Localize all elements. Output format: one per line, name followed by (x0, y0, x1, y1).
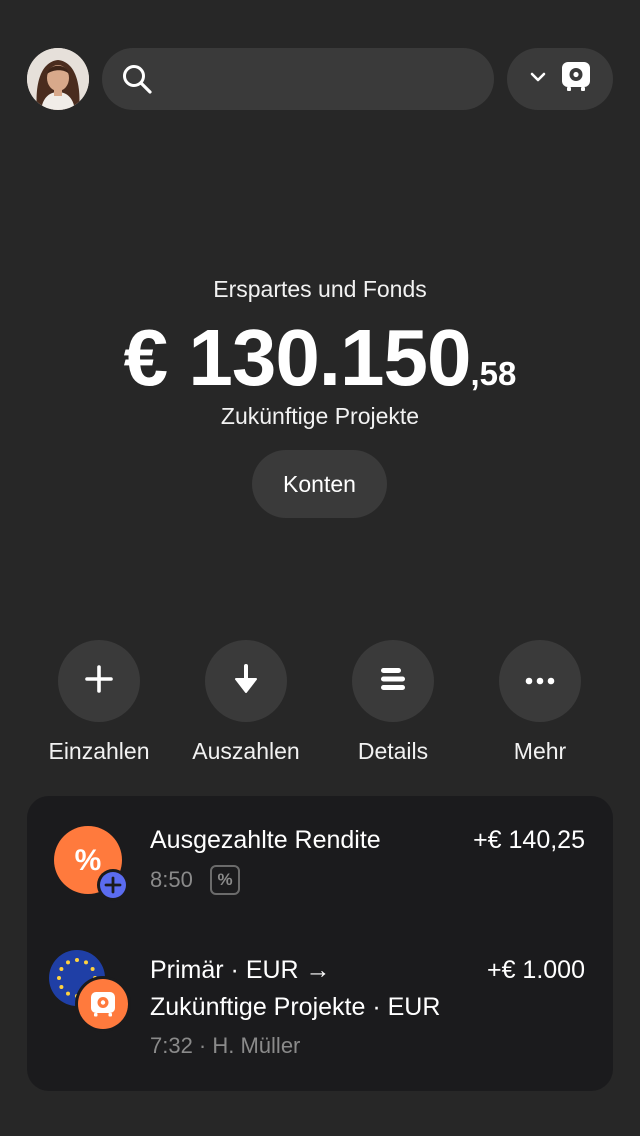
chevron-down-icon (529, 70, 547, 88)
percent-badge: % (210, 865, 240, 895)
avatar[interactable] (27, 48, 89, 110)
account-name: Zukünftige Projekte (220, 403, 420, 429)
transactions-card: % Ausgezahlte Rendite +€ 140,25 8:50 % P… (27, 796, 613, 1091)
more-action[interactable]: Mehr (465, 640, 615, 765)
transaction-amount: +€ 140,25 (473, 826, 585, 854)
deposit-action[interactable]: Einzahlen (24, 640, 174, 765)
search-bar[interactable] (102, 48, 494, 110)
arrow-down-icon (231, 663, 261, 700)
plus-icon (84, 664, 114, 699)
deposit-button[interactable] (58, 640, 140, 722)
transaction-title-line2: Zukünftige Projekte · EUR (150, 993, 441, 1021)
transaction-row[interactable]: Primär · EUR → Zukünftige Projekte · EUR… (27, 936, 613, 1086)
details-label: Details (357, 738, 429, 764)
withdraw-action[interactable]: Auszahlen (171, 640, 321, 765)
details-button[interactable] (352, 640, 434, 722)
deposit-label: Einzahlen (48, 738, 150, 764)
balance-cents: ,58 (470, 355, 517, 392)
transaction-title-line1: Primär · EUR → (150, 956, 331, 984)
avatar-image (27, 48, 89, 110)
more-label: Mehr (513, 738, 567, 764)
interest-icon: % (54, 826, 130, 907)
transaction-time: 8:50 (150, 867, 193, 892)
transaction-title: Ausgezahlte Rendite (150, 826, 381, 854)
balance-main: € 130.150 (123, 313, 472, 402)
accounts-button[interactable]: Konten (252, 450, 387, 518)
account-switcher-button[interactable] (507, 48, 613, 110)
transfer-icon (49, 950, 131, 1037)
more-button[interactable] (499, 640, 581, 722)
transaction-time: 7:32 · H. Müller (150, 1033, 301, 1058)
search-icon (120, 62, 154, 96)
details-action[interactable]: Details (318, 640, 468, 765)
svg-text:%: % (75, 844, 102, 877)
transaction-amount: +€ 1.000 (486, 956, 585, 984)
vault-icon (561, 61, 591, 98)
transaction-row[interactable]: % Ausgezahlte Rendite +€ 140,25 8:50 % (27, 796, 613, 921)
withdraw-label: Auszahlen (192, 738, 300, 764)
search-input[interactable] (164, 65, 494, 93)
balance-amount: € 130.150,58 (0, 312, 640, 404)
list-icon (379, 666, 407, 697)
balance-label: Erspartes und Fonds (213, 276, 427, 302)
screen: Erspartes und Fonds € 130.150,58 Zukünft… (0, 0, 640, 1136)
withdraw-button[interactable] (205, 640, 287, 722)
more-dots-icon (525, 672, 555, 690)
